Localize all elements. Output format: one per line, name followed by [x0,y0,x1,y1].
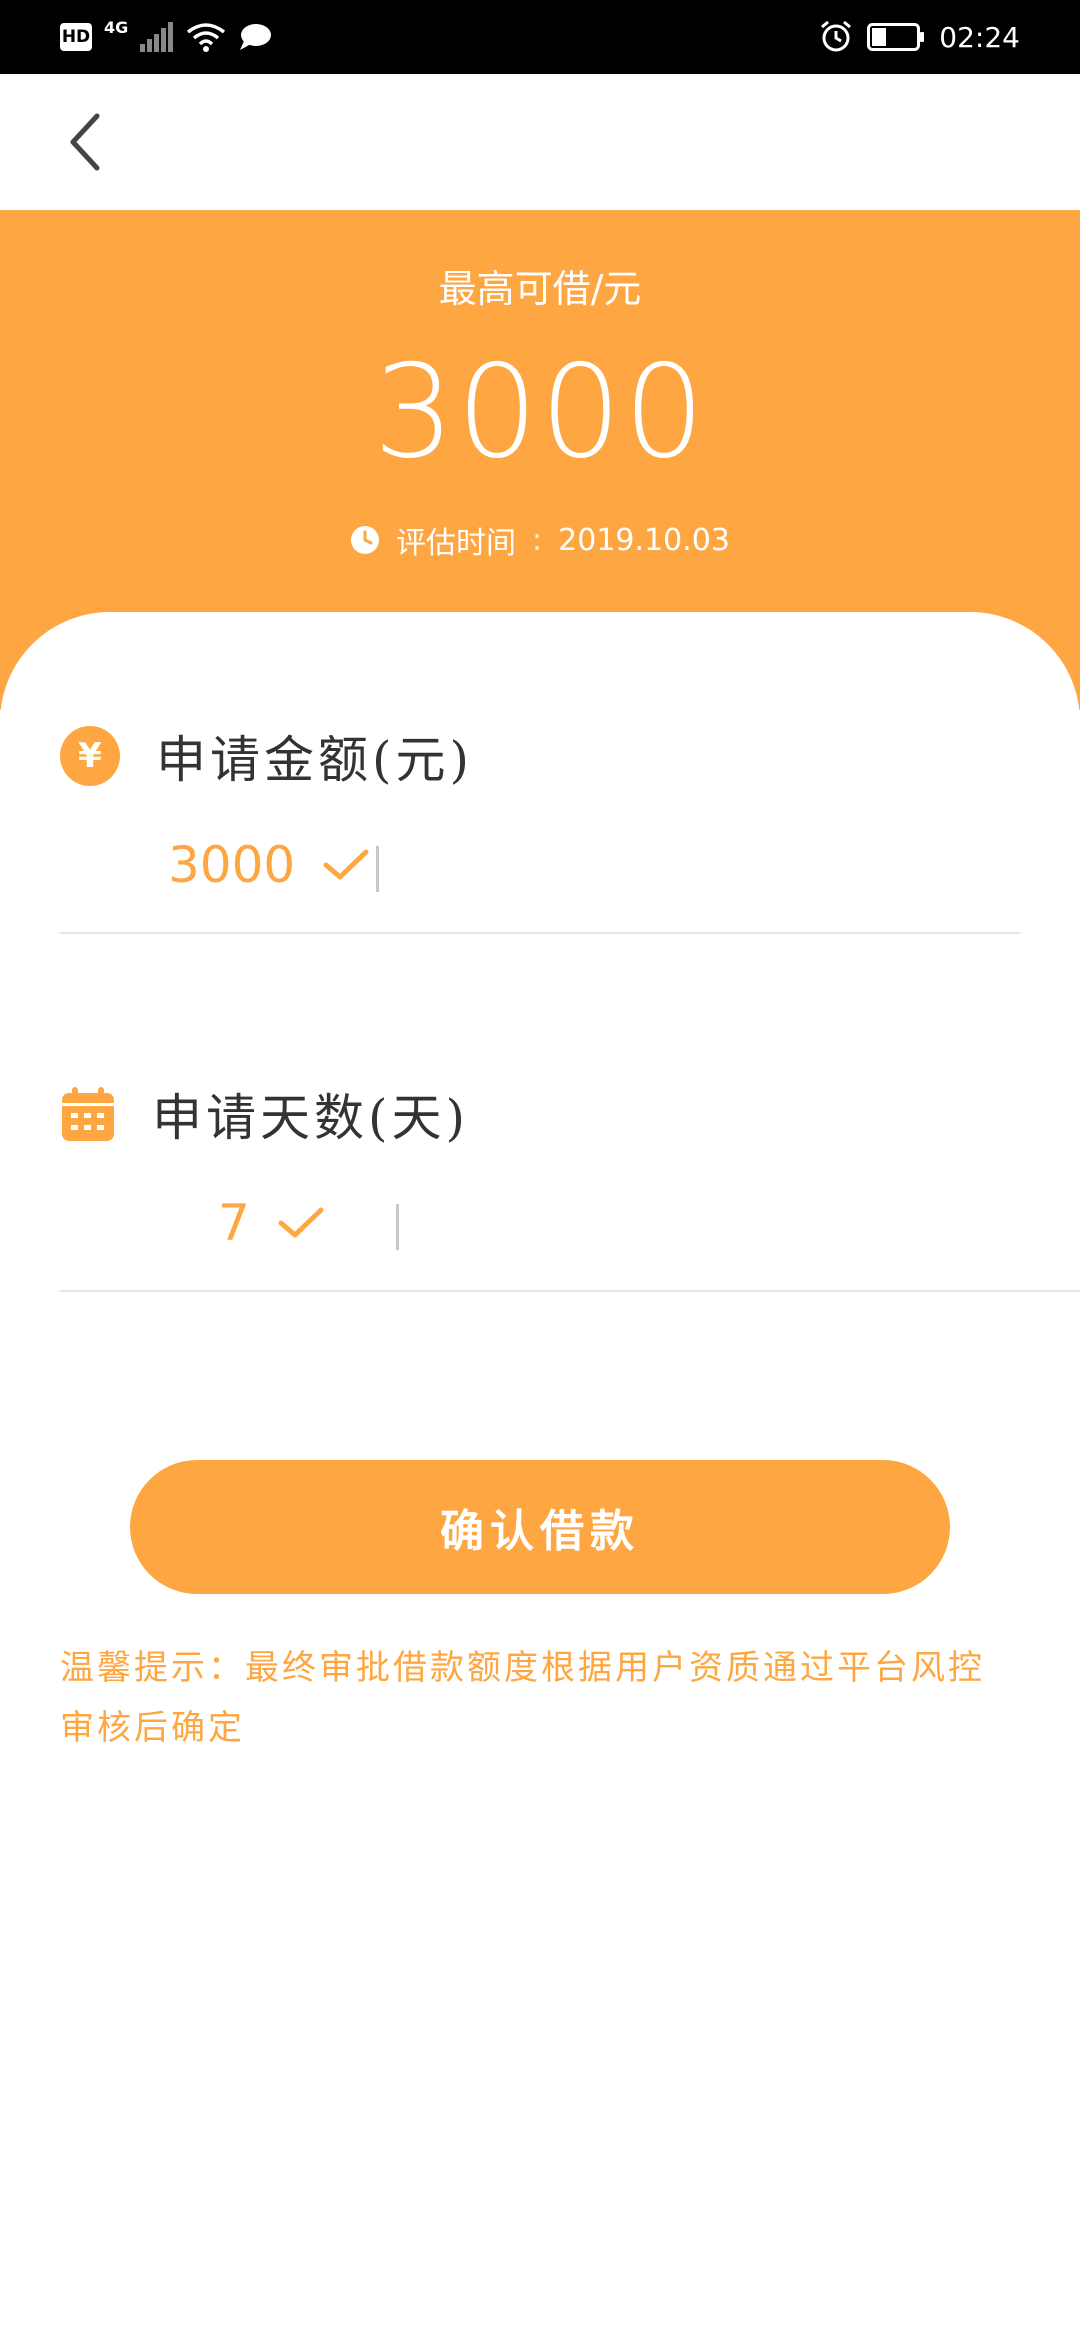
chevron-left-icon [70,113,100,171]
status-time: 02:24 [939,20,1020,54]
evaluation-time-separator: : [532,522,543,558]
hd-badge: HD [60,23,92,51]
amount-text-caret [376,846,379,892]
days-value: 7 [218,1194,250,1252]
status-right: 02:24 [819,14,1020,60]
days-text-caret [396,1204,399,1250]
days-field-title: 申请天数(天) [152,1089,470,1147]
yen-icon: ¥ [60,726,120,786]
amount-value: 3000 [168,836,296,894]
wifi-icon [186,22,226,52]
message-icon [238,22,272,52]
calendar-icon [60,1085,116,1143]
status-bar: HD 4G 02:24 [0,0,1080,74]
check-icon [278,1206,324,1240]
days-divider [60,1290,1080,1292]
alarm-icon [819,20,853,54]
max-borrow-label: 最高可借/元 [438,267,642,311]
back-button[interactable] [50,104,120,180]
days-input[interactable]: 7 [218,1194,324,1252]
evaluation-date: 2019.10.03 [558,522,730,558]
loan-form-card: ¥ 申请金额(元) 3000 申请天数(天) 7 确认借款 温馨提示：最终审批借… [0,612,1080,2340]
warm-tip: 温馨提示：最终审批借款额度根据用户资质通过平台风控审核后确定 [60,1648,985,1748]
clock-icon [351,526,380,554]
confirm-borrow-button[interactable]: 确认借款 [130,1460,950,1594]
days-field-header: 申请天数(天) [60,1078,469,1150]
amount-divider [60,932,1020,934]
status-left: HD 4G [60,16,272,58]
battery-icon [867,23,925,51]
max-borrow-amount: 3000 [373,338,707,487]
check-icon [323,848,369,882]
evaluation-time-label: 评估时间 [396,526,517,561]
signal-icon [140,22,174,52]
nav-bar [0,74,1080,210]
evaluation-time: 评估时间 : 2019.10.03 [0,518,1080,562]
network-type: 4G [104,18,129,37]
amount-field-title: 申请金额(元) [156,731,474,789]
amount-input[interactable]: 3000 [168,836,369,894]
amount-field-header: ¥ 申请金额(元) [60,720,473,792]
